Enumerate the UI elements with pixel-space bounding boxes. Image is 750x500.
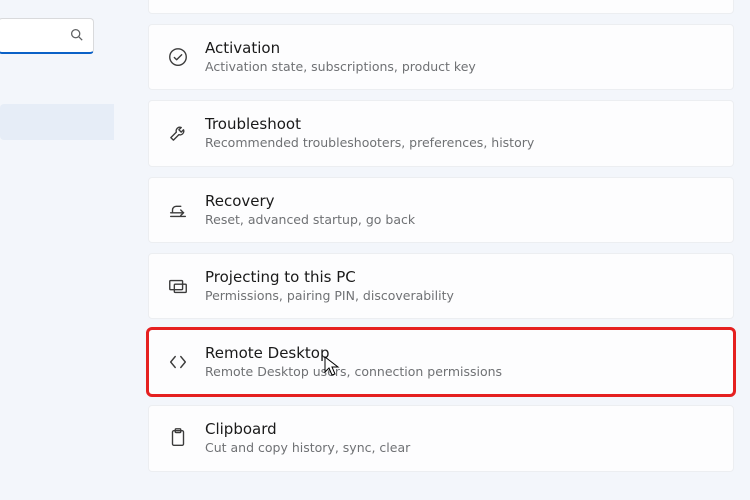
recovery-icon xyxy=(167,199,205,221)
row-title: Remote Desktop xyxy=(205,344,502,362)
settings-row-troubleshoot[interactable]: Troubleshoot Recommended troubleshooters… xyxy=(148,100,734,166)
row-subtitle: Permissions, pairing PIN, discoverabilit… xyxy=(205,288,454,304)
row-subtitle: Remote Desktop users, connection permiss… xyxy=(205,364,502,380)
settings-window: Activation Activation state, subscriptio… xyxy=(0,0,750,500)
settings-list: Activation Activation state, subscriptio… xyxy=(114,0,750,500)
row-title: Troubleshoot xyxy=(205,115,534,133)
row-title: Projecting to this PC xyxy=(205,268,454,286)
check-circle-icon xyxy=(167,46,205,68)
row-title: Activation xyxy=(205,39,476,57)
settings-row-recovery[interactable]: Recovery Reset, advanced startup, go bac… xyxy=(148,177,734,243)
row-subtitle: Cut and copy history, sync, clear xyxy=(205,440,410,456)
row-title: Recovery xyxy=(205,192,415,210)
clipboard-icon xyxy=(167,427,205,449)
sidebar-item-system[interactable] xyxy=(0,104,114,140)
remote-desktop-icon xyxy=(167,351,205,373)
wrench-icon xyxy=(167,122,205,144)
projecting-icon xyxy=(167,275,205,297)
settings-row-clipboard[interactable]: Clipboard Cut and copy history, sync, cl… xyxy=(148,405,734,471)
settings-row-remote-desktop[interactable]: Remote Desktop Remote Desktop users, con… xyxy=(148,329,734,395)
search-input[interactable] xyxy=(0,18,94,54)
sidebar xyxy=(0,0,114,500)
search-icon xyxy=(70,26,83,45)
settings-row-activation[interactable]: Activation Activation state, subscriptio… xyxy=(148,24,734,90)
settings-row-projecting[interactable]: Projecting to this PC Permissions, pairi… xyxy=(148,253,734,319)
row-subtitle: Activation state, subscriptions, product… xyxy=(205,59,476,75)
row-title: Clipboard xyxy=(205,420,410,438)
row-subtitle: Reset, advanced startup, go back xyxy=(205,212,415,228)
settings-row-partial[interactable] xyxy=(148,0,734,14)
row-subtitle: Recommended troubleshooters, preferences… xyxy=(205,135,534,151)
